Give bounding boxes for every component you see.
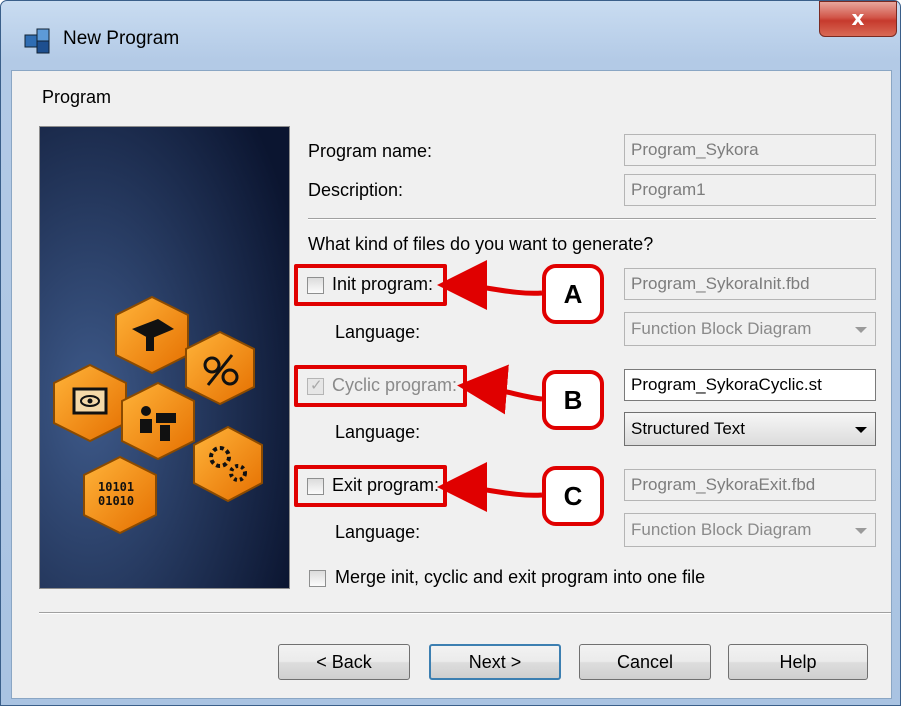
- cyclic-language-label: Language:: [335, 422, 421, 442]
- cancel-button[interactable]: Cancel: [579, 644, 711, 680]
- back-button[interactable]: < Back: [278, 644, 410, 680]
- close-icon: x: [851, 6, 865, 30]
- dialog-window: New Program x Program 10101 01010 Progra…: [0, 0, 901, 706]
- next-button[interactable]: Next >: [429, 644, 561, 680]
- svg-text:10101: 10101: [98, 480, 134, 494]
- close-button[interactable]: x: [819, 1, 897, 37]
- hexagon-tiles-illustration: 10101 01010: [40, 127, 289, 588]
- exit-language-select[interactable]: Function Block Diagram: [624, 513, 876, 547]
- program-name-field[interactable]: Program_Sykora: [624, 134, 876, 166]
- merge-checkbox[interactable]: [309, 570, 326, 587]
- chevron-down-icon: [855, 427, 867, 433]
- app-blocks-icon: [24, 28, 50, 54]
- svg-text:01010: 01010: [98, 494, 134, 508]
- network-tools-icon: [185, 330, 255, 406]
- description-label: Description:: [308, 180, 404, 200]
- init-language-select[interactable]: Function Block Diagram: [624, 312, 876, 346]
- callout-c: C: [542, 466, 604, 526]
- separator: [308, 218, 876, 220]
- exit-language-label: Language:: [335, 522, 421, 542]
- help-button[interactable]: Help: [728, 644, 868, 680]
- init-language-value: Function Block Diagram: [631, 319, 812, 338]
- callout-a: A: [542, 264, 604, 324]
- highlight-box-a: [294, 264, 447, 306]
- wizard-banner-image: 10101 01010: [39, 126, 290, 589]
- exit-language-value: Function Block Diagram: [631, 520, 812, 539]
- footer-separator: [39, 612, 891, 614]
- dialog-client-area: Program 10101 01010 Program name: Progra…: [11, 70, 892, 699]
- chevron-down-icon: [855, 528, 867, 534]
- exit-file-field[interactable]: Program_SykoraExit.fbd: [624, 469, 876, 501]
- cyclic-file-field[interactable]: Program_SykoraCyclic.st: [624, 369, 876, 401]
- merge-label: Merge init, cyclic and exit program into…: [335, 567, 706, 587]
- callout-b: B: [542, 370, 604, 430]
- highlight-box-b: [294, 365, 467, 407]
- question-text: What kind of files do you want to genera…: [308, 234, 654, 254]
- highlight-box-c: [294, 465, 447, 507]
- page-title: Program: [42, 87, 112, 107]
- cyclic-language-select[interactable]: Structured Text: [624, 412, 876, 446]
- init-file-field[interactable]: Program_SykoraInit.fbd: [624, 268, 876, 300]
- window-title: New Program: [63, 28, 180, 49]
- description-field[interactable]: Program1: [624, 174, 876, 206]
- title-bar[interactable]: New Program x: [1, 1, 900, 71]
- chevron-down-icon: [855, 327, 867, 333]
- init-language-label: Language:: [335, 322, 421, 342]
- program-name-label: Program name:: [308, 141, 433, 161]
- cyclic-language-value: Structured Text: [631, 419, 746, 438]
